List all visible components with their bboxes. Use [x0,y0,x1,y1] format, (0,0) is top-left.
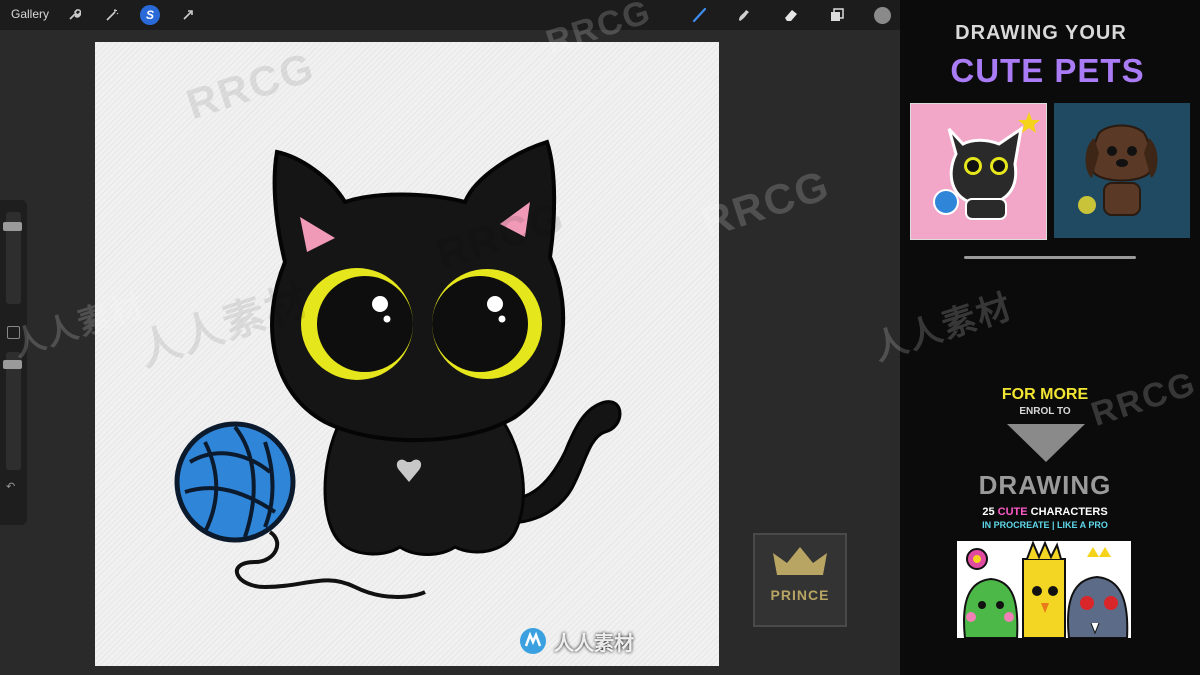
magic-wand-icon[interactable] [102,5,122,25]
prince-text: PRINCE [770,587,830,603]
course-characters-image [957,541,1131,638]
brand-logo-icon [520,628,546,654]
cat-thumbnail [910,103,1047,240]
drawing-canvas[interactable]: RRCG RRCG 人人素材 [95,42,719,666]
dog-thumbnail-image [1078,124,1158,216]
promo-drawing: DRAWING [978,470,1112,500]
top-toolbar: Gallery S [0,0,900,30]
chars-number: 25 [982,506,995,518]
transform-icon[interactable] [178,5,198,25]
prince-watermark: PRINCE [753,533,847,627]
promo-characters: 25 CUTE CHARACTERS [900,506,1190,518]
brand-watermark: 人人素材 [518,626,634,656]
watermark-rrcg: RRCG [1086,364,1200,434]
selection-icon[interactable]: S [140,5,160,25]
procreate-app: Gallery S ↶ RRCG RRCG 人人素材 RRCG RRCG 人人素… [0,0,900,675]
chars-cute: CUTE [997,506,1028,518]
brush-size-handle[interactable] [3,222,22,231]
crown-icon [773,547,827,575]
dog-thumbnail [1054,103,1190,238]
brand-watermark-text: 人人素材 [554,632,634,655]
smudge-icon[interactable] [734,5,754,25]
gallery-button[interactable]: Gallery [11,7,49,21]
color-picker[interactable] [874,7,891,24]
chars-rest: CHARACTERS [1030,506,1108,518]
promo-in-procreate: IN PROCREATE | LIKE A PRO [982,520,1108,530]
undo-icon[interactable]: ↶ [6,480,15,493]
promo-title-line1: DRAWING YOUR [955,22,1127,44]
eraser-icon[interactable] [781,5,801,25]
cat-thumbnail-image [933,112,1040,220]
promo-panel: DRAWING YOUR CUTE PETS FOR MORE ENROL TO… [869,0,1200,675]
promo-divider [964,256,1136,259]
opacity-slider[interactable] [3,352,22,470]
promo-title-line2: CUTE PETS [950,52,1145,89]
layers-icon[interactable] [827,5,847,25]
characters-illustration [957,541,1131,638]
brush-icon[interactable] [690,5,710,25]
brush-size-slider[interactable] [3,212,22,304]
down-arrow-icon [1007,424,1085,462]
wrench-icon[interactable] [64,5,84,25]
selection-letter: S [145,8,154,22]
